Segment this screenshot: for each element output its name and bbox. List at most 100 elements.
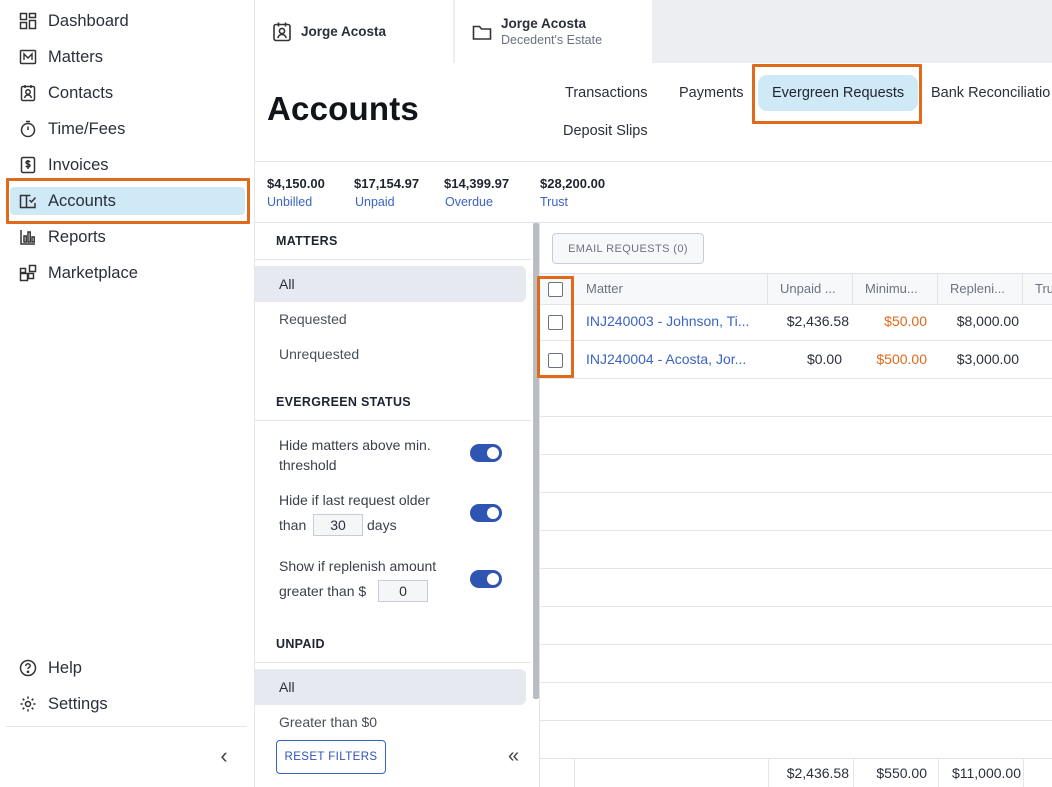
folder-icon [471,21,493,43]
divider [255,420,531,421]
divider [540,530,1052,531]
matters-option-unrequested[interactable]: Unrequested [279,346,359,362]
tab-subtitle: Decedent's Estate [501,33,603,47]
summary-unpaid-value: $17,154.97 [354,176,420,191]
sidebar-item-label: Dashboard [48,11,129,30]
total-unpaid: $2,436.58 [786,765,849,781]
hide-older-than-label: than [279,517,307,533]
tab-payments[interactable]: Payments [665,75,757,111]
summary-trust-value: $28,200.00 [540,176,606,191]
column-header-unpaid[interactable]: Unpaid ... [768,274,853,304]
tab-deposit-slips[interactable]: Deposit Slips [549,113,662,149]
divider [540,304,1052,305]
tab-transactions[interactable]: Transactions [551,75,661,111]
sidebar-item-label: Time/Fees [48,119,126,138]
divider [540,568,1052,569]
days-label: days [367,517,397,533]
contact-card-icon [271,21,293,43]
sidebar-item-reports[interactable]: Reports [0,219,255,255]
page-title: Accounts [267,90,419,127]
summary-trust-link[interactable]: Trust [540,195,568,209]
summary-unbilled-link[interactable]: Unbilled [267,195,312,209]
stopwatch-icon [19,120,37,138]
hide-older-label: Hide if last request older [279,492,430,508]
show-replenish-toggle[interactable] [470,570,502,588]
hide-above-threshold-label: Hide matters above min. threshold [279,437,431,473]
matter-link[interactable]: INJ240004 - Acosta, Jor... [586,351,766,367]
sidebar-item-marketplace[interactable]: Marketplace [0,255,255,291]
dashboard-icon [19,12,37,30]
collapse-sidebar-chevron-icon[interactable]: ‹ [214,744,234,768]
unpaid-cell: $2,436.58 [786,313,849,329]
divider [540,492,1052,493]
help-icon [19,659,37,677]
sidebar-divider [6,726,247,727]
tab-bank-reconciliation[interactable]: Bank Reconciliatio [917,75,1052,111]
minimum-cell: $500.00 [876,351,927,367]
divider [574,758,575,787]
matters-option-requested[interactable]: Requested [279,311,347,327]
summary-unpaid-link[interactable]: Unpaid [355,195,395,209]
column-header-trust[interactable]: Tru [1023,274,1052,304]
show-replenish-greater-label: greater than $ [279,583,367,599]
sidebar-item-time-fees[interactable]: Time/Fees [0,111,255,147]
tab-contact-jorge-acosta[interactable]: Jorge Acosta [255,0,453,63]
help-label: Help [48,658,82,677]
sidebar-item-label: Invoices [48,155,109,174]
summary-overdue-value: $14,399.97 [444,176,510,191]
summary-overdue-link[interactable]: Overdue [445,195,493,209]
replenish-cell: $8,000.00 [956,313,1019,329]
sidebar-item-label: Contacts [48,83,114,102]
hide-above-threshold-toggle[interactable] [470,444,502,462]
matter-link[interactable]: INJ240003 - Johnson, Ti... [586,313,766,329]
summary-unbilled-value: $4,150.00 [267,176,325,191]
sidebar-item-label: Matters [48,47,104,66]
sidebar-item-settings[interactable]: Settings [0,686,255,722]
divider [540,758,1052,759]
open-tabs-bar: Jorge Acosta Jorge Acosta Decedent's Est… [255,0,1052,63]
apps-icon [19,264,37,282]
selected-option-highlight [255,669,526,705]
unpaid-cell: $0.00 [806,351,842,367]
collapse-filters-icon[interactable]: « [508,745,519,768]
divider [1023,758,1024,787]
column-header-matter[interactable]: Matter [574,274,768,304]
matters-option-all[interactable]: All [279,276,295,292]
settings-label: Settings [48,694,108,713]
divider [540,720,1052,721]
tab-matter-jorge-acosta[interactable]: Jorge Acosta Decedent's Estate [455,0,652,63]
days-input[interactable]: 30 [313,514,363,536]
evergreen-status-heading: EVERGREEN STATUS [276,395,411,409]
tab-title: Jorge Acosta [501,16,587,31]
sidebar-item-contacts[interactable]: Contacts [0,75,255,111]
sidebar-item-dashboard[interactable]: Dashboard [0,3,255,39]
email-requests-button[interactable]: EMAIL REQUESTS (0) [552,233,704,264]
annotation-highlight-accounts [6,178,250,224]
reset-filters-button[interactable]: RESET FILTERS [276,740,386,774]
selected-option-highlight [255,266,526,302]
divider [540,682,1052,683]
replenish-cell: $3,000.00 [956,351,1019,367]
sidebar-item-matters[interactable]: Matters [0,39,255,75]
replenish-amount-input[interactable]: 0 [378,580,428,602]
column-header-minimum[interactable]: Minimu... [853,274,938,304]
unpaid-option-all[interactable]: All [279,679,295,695]
column-header-replenish[interactable]: Repleni... [938,274,1023,304]
matters-icon [19,48,37,66]
divider [540,340,1052,341]
evergreen-table-panel: EMAIL REQUESTS (0) Matter Unpaid ... Min… [540,223,1052,787]
sidebar-item-label: Marketplace [48,263,138,282]
total-replenish: $11,000.00 [951,765,1021,781]
hide-older-toggle[interactable] [470,504,502,522]
matters-filter-heading: MATTERS [276,234,338,248]
sidebar-item-help[interactable]: Help [0,650,255,686]
annotation-highlight-evergreen-tab [752,64,922,124]
tab-title: Jorge Acosta [301,24,387,39]
contacts-icon [19,84,37,102]
divider [540,416,1052,417]
annotation-highlight-checkboxes [537,276,574,378]
divider [255,259,531,260]
header-divider [255,161,1052,162]
divider [540,378,1052,379]
filter-panel: MATTERS All Requested Unrequested EVERGR… [255,223,540,787]
